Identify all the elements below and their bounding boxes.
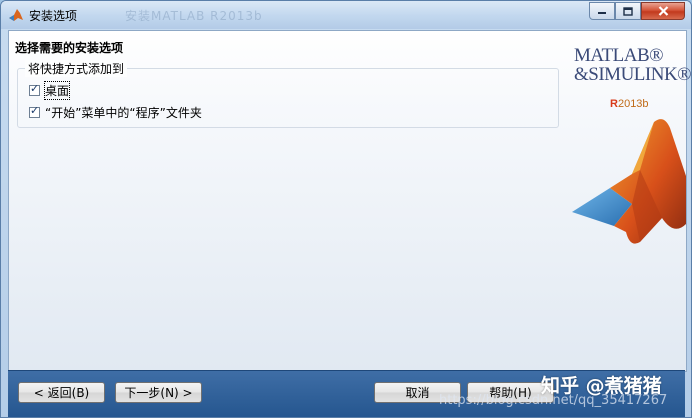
start-menu-checkbox[interactable]: ✓ [29, 104, 40, 118]
next-button[interactable]: 下一步(N) > [115, 382, 202, 403]
back-button[interactable]: < 返回(B) [18, 382, 105, 403]
release-prefix: R [610, 98, 618, 110]
matlab-simulink-logo: MATLAB® &SIMULINK® [574, 45, 692, 85]
minimize-button[interactable] [589, 2, 615, 20]
shortcut-group: 将快捷方式添加到 ✓ 桌面 ✓ “开始”菜单中的“程序”文件夹 [17, 60, 559, 128]
logo-line-matlab: MATLAB® [574, 45, 664, 66]
matlab-app-icon [9, 9, 23, 21]
maximize-button[interactable] [615, 2, 641, 20]
minimize-icon [598, 12, 606, 14]
logo-line-simulink: &SIMULINK® [574, 64, 692, 85]
close-icon [658, 6, 668, 16]
shortcut-group-label: 将快捷方式添加到 [25, 60, 128, 77]
matlab-membrane-logo-icon [572, 119, 686, 244]
installer-window: 安装选项 安装MATLAB R2013b 选择需要的安装选项 将快捷方式添加到 … [0, 0, 692, 418]
content-panel: 选择需要的安装选项 将快捷方式添加到 ✓ 桌面 ✓ “开始”菜单中的“程序”文件… [8, 30, 692, 372]
page-heading: 选择需要的安装选项 [15, 41, 124, 55]
close-button[interactable] [641, 2, 685, 20]
desktop-checkbox[interactable]: ✓ [29, 82, 40, 96]
title-bar[interactable]: 安装选项 安装MATLAB R2013b [1, 1, 691, 29]
checkmark-icon: ✓ [30, 82, 40, 95]
window-controls [589, 2, 685, 20]
start-menu-shortcut-option[interactable]: ✓ “开始”菜单中的“程序”文件夹 [29, 104, 202, 121]
window-title: 安装选项 [29, 9, 78, 23]
start-menu-checkbox-label[interactable]: “开始”菜单中的“程序”文件夹 [45, 104, 202, 121]
release-label: R2013b [610, 98, 649, 110]
desktop-checkbox-label[interactable]: 桌面 [43, 81, 71, 100]
desktop-shortcut-option[interactable]: ✓ 桌面 [29, 81, 71, 100]
maximize-icon [623, 6, 633, 16]
window-title-ghost: 安装MATLAB R2013b [125, 9, 263, 23]
checkmark-icon: ✓ [30, 104, 40, 117]
watermark-url: https://blog.csdn.net/qq_35417267 [439, 393, 668, 408]
release-version: 2013b [617, 98, 649, 110]
